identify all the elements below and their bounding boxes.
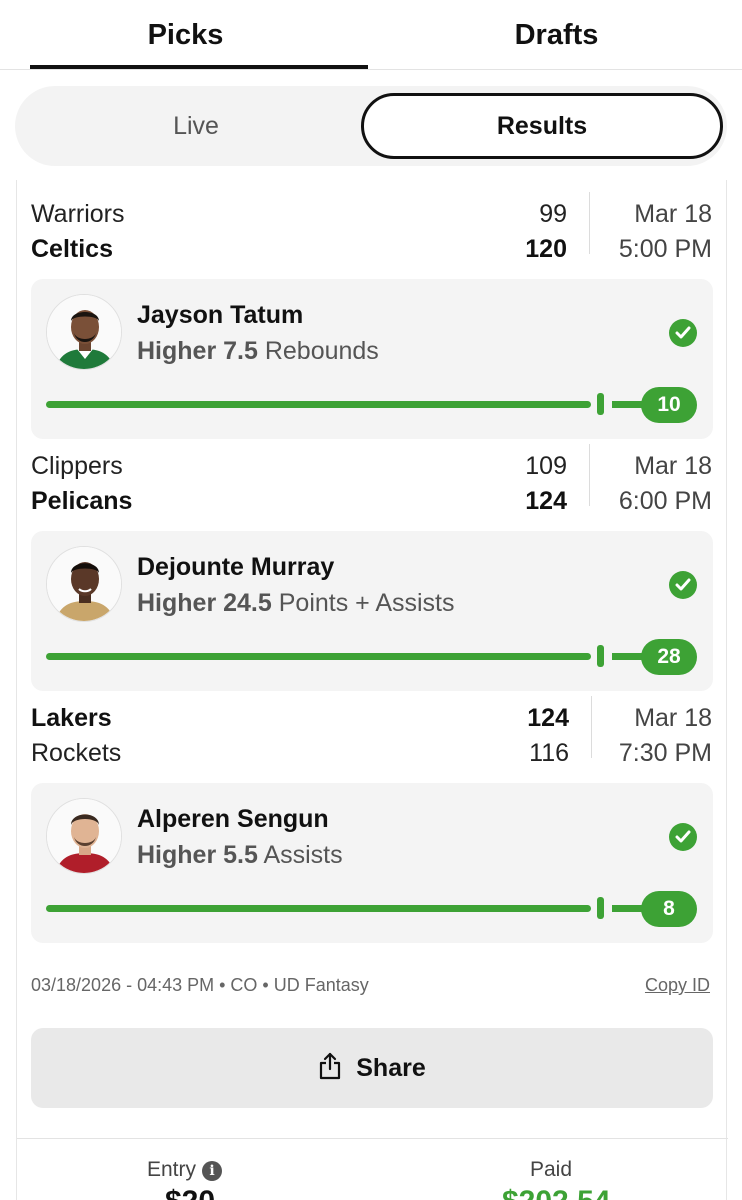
pick-stat: Assists bbox=[263, 841, 343, 869]
pick-stat: Points + Assists bbox=[278, 589, 455, 617]
progress-bar bbox=[46, 653, 591, 660]
team-name: Pelicans bbox=[31, 487, 133, 515]
pick-card[interactable]: Dejounte Murray Higher 24.5 Points + Ass… bbox=[31, 531, 713, 691]
segment-live[interactable]: Live bbox=[15, 86, 377, 166]
pick-direction: Higher 7.5 bbox=[137, 337, 258, 365]
share-label: Share bbox=[356, 1054, 426, 1082]
game-time: 7:30 PM bbox=[618, 739, 712, 767]
active-tab-indicator bbox=[30, 65, 368, 69]
pick-line: Higher 5.5 Assists bbox=[137, 841, 343, 870]
entry-label-text: Entry bbox=[147, 1158, 197, 1181]
game-row: Lakers 124 Rockets 116 Mar 18 7:30 PM bbox=[17, 684, 728, 767]
team-score: 99 bbox=[539, 200, 567, 228]
game-date: Mar 18 bbox=[634, 200, 712, 228]
team-name: Lakers bbox=[31, 704, 112, 732]
team-name: Clippers bbox=[31, 452, 123, 480]
player-avatar bbox=[46, 294, 122, 370]
player-avatar bbox=[46, 546, 122, 622]
pick-card[interactable]: Jayson Tatum Higher 7.5 Rebounds 10 bbox=[31, 279, 713, 439]
team-name: Celtics bbox=[31, 235, 113, 263]
check-circle-icon bbox=[669, 571, 697, 599]
pick-card[interactable]: Alperen Sengun Higher 5.5 Assists 8 bbox=[31, 783, 713, 943]
copy-id-link[interactable]: Copy ID bbox=[645, 975, 710, 996]
line-marker bbox=[597, 897, 604, 919]
game-row: Clippers 109 Pelicans 124 Mar 18 6:00 PM bbox=[17, 432, 728, 515]
entry-label: Entry i bbox=[147, 1158, 223, 1182]
team-score: 116 bbox=[529, 739, 569, 767]
player-avatar bbox=[46, 798, 122, 874]
pick-line: Higher 7.5 Rebounds bbox=[137, 337, 379, 366]
team-score: 124 bbox=[525, 487, 567, 515]
team-name: Warriors bbox=[31, 200, 125, 228]
pick-stat: Rebounds bbox=[264, 337, 379, 365]
team-score: 124 bbox=[527, 704, 569, 732]
progress-bar bbox=[46, 401, 591, 408]
divider bbox=[589, 444, 590, 506]
share-icon bbox=[320, 1052, 341, 1080]
result-value-badge: 10 bbox=[641, 387, 697, 423]
share-button-content[interactable]: Share bbox=[31, 1028, 713, 1108]
game-time: 6:00 PM bbox=[618, 487, 712, 515]
share-button[interactable]: Share bbox=[31, 1028, 713, 1108]
player-name: Jayson Tatum bbox=[137, 301, 304, 329]
line-marker bbox=[597, 393, 604, 415]
divider bbox=[589, 192, 590, 254]
pick-direction: Higher 5.5 bbox=[137, 841, 258, 869]
result-value-badge: 28 bbox=[641, 639, 697, 675]
game-time: 5:00 PM bbox=[618, 235, 712, 263]
check-circle-icon bbox=[669, 319, 697, 347]
game-date: Mar 18 bbox=[634, 704, 712, 732]
progress-bar bbox=[46, 905, 591, 912]
line-marker bbox=[597, 645, 604, 667]
player-name: Dejounte Murray bbox=[137, 553, 335, 581]
pick-direction: Higher 24.5 bbox=[137, 589, 272, 617]
check-circle-icon bbox=[669, 823, 697, 851]
entry-card: Warriors 99 Celtics 120 Mar 18 5:00 PM J… bbox=[16, 180, 728, 1200]
top-tabs: Picks Drafts bbox=[0, 0, 742, 70]
pick-line: Higher 24.5 Points + Assists bbox=[137, 589, 455, 618]
entry-meta: 03/18/2026 - 04:43 PM • CO • UD Fantasy bbox=[31, 975, 369, 995]
team-score: 120 bbox=[525, 235, 567, 263]
paid-value: $202.54 bbox=[502, 1185, 610, 1200]
segment-results[interactable]: Results bbox=[361, 93, 723, 159]
paid-label: Paid bbox=[530, 1158, 573, 1181]
tab-picks[interactable]: Picks bbox=[0, 0, 371, 70]
team-name: Rockets bbox=[31, 739, 122, 767]
divider bbox=[17, 1138, 728, 1139]
team-score: 109 bbox=[525, 452, 567, 480]
divider bbox=[591, 696, 592, 758]
info-icon[interactable]: i bbox=[202, 1161, 223, 1181]
game-date: Mar 18 bbox=[634, 452, 712, 480]
player-name: Alperen Sengun bbox=[137, 805, 329, 833]
tab-drafts[interactable]: Drafts bbox=[371, 0, 742, 70]
entry-value: $20 bbox=[165, 1185, 215, 1200]
game-row: Warriors 99 Celtics 120 Mar 18 5:00 PM bbox=[17, 180, 728, 263]
result-value-badge: 8 bbox=[641, 891, 697, 927]
results-segment-control: Live Results bbox=[15, 86, 727, 166]
